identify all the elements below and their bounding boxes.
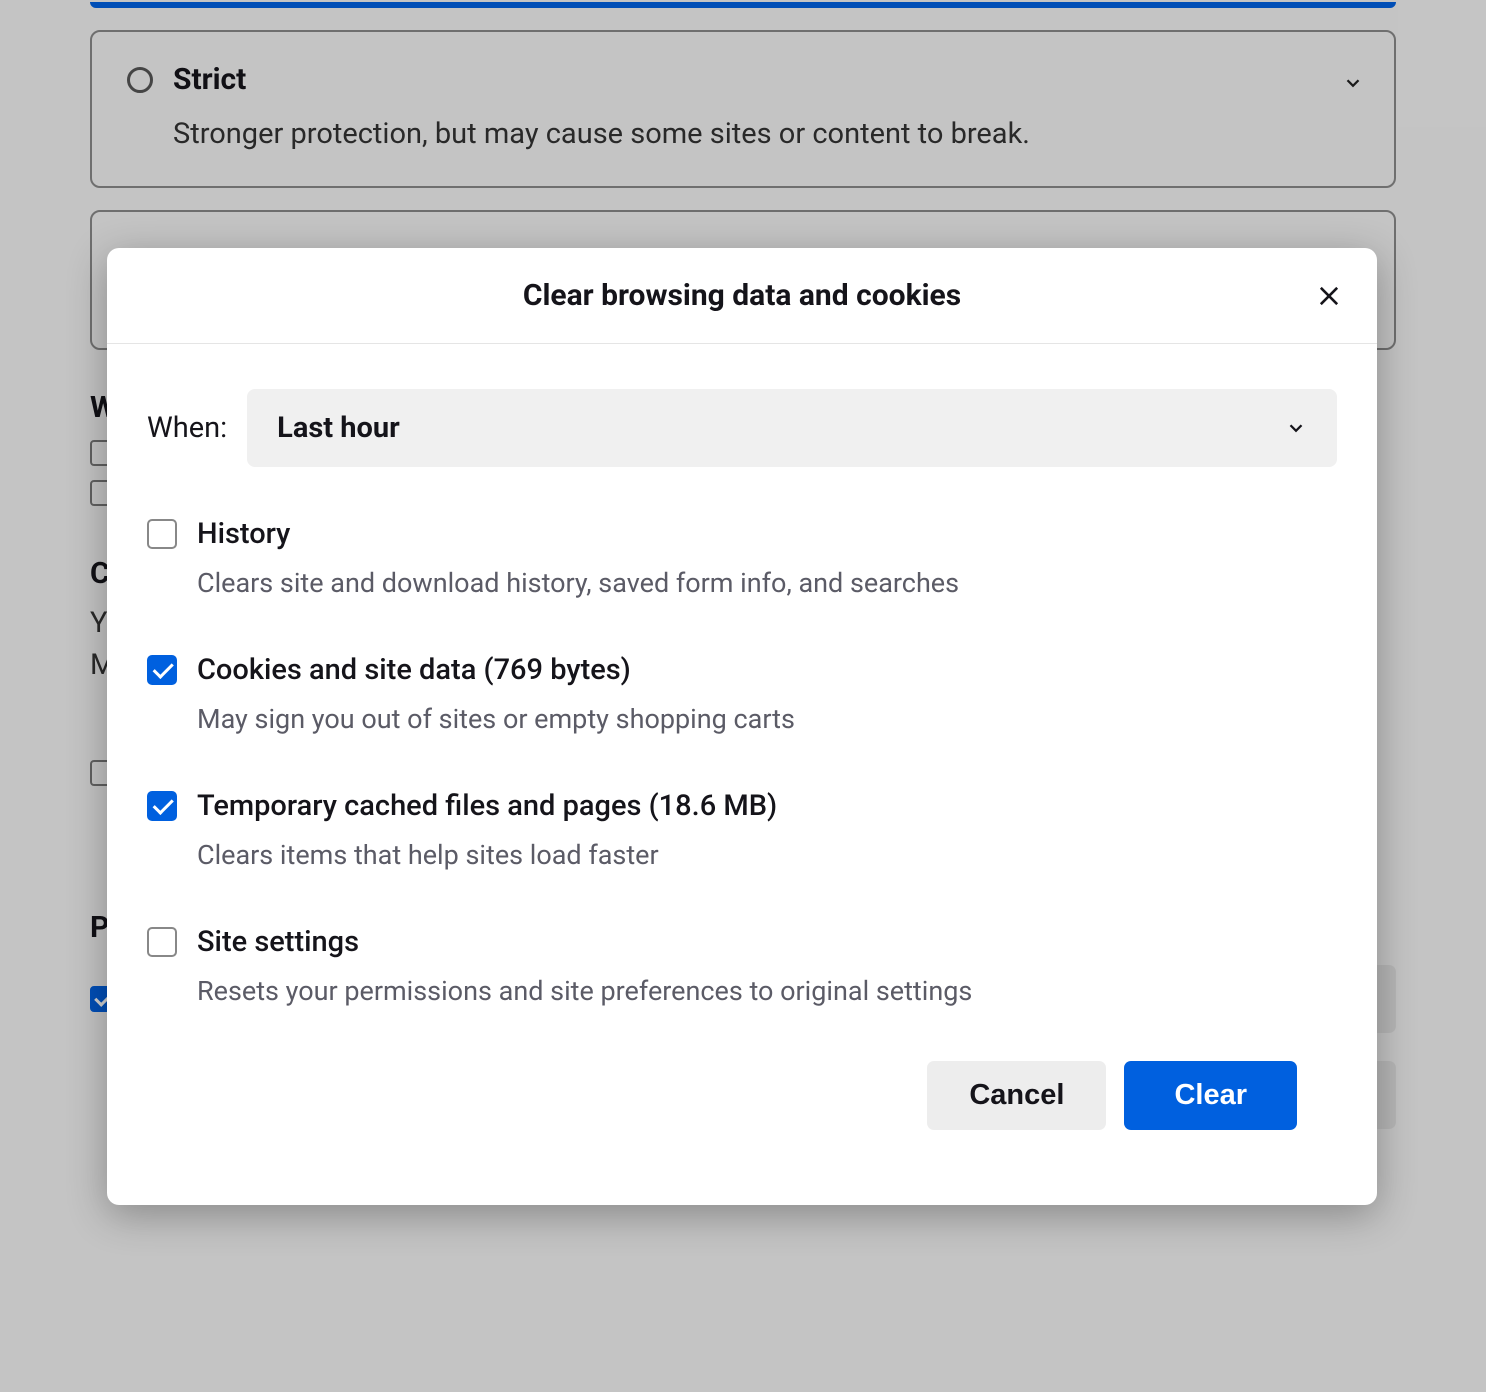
close-icon [1315, 282, 1343, 310]
clear-item-cookies: Cookies and site data (769 bytes) May si… [147, 653, 1337, 735]
item-description: Clears site and download history, saved … [197, 567, 959, 599]
item-description: May sign you out of sites or empty shopp… [197, 703, 795, 735]
item-title: History [197, 517, 959, 551]
item-title: Site settings [197, 925, 972, 959]
dialog-header: Clear browsing data and cookies [107, 248, 1377, 344]
clear-item-site-settings: Site settings Resets your permissions an… [147, 925, 1337, 1007]
dialog-title: Clear browsing data and cookies [147, 278, 1337, 313]
clear-button[interactable]: Clear [1124, 1061, 1297, 1130]
clear-data-dialog: Clear browsing data and cookies When: La… [107, 248, 1377, 1205]
cache-checkbox[interactable] [147, 791, 177, 821]
chevron-down-icon [1285, 417, 1307, 439]
cookies-checkbox[interactable] [147, 655, 177, 685]
clear-item-history: History Clears site and download history… [147, 517, 1337, 599]
history-checkbox[interactable] [147, 519, 177, 549]
cancel-button[interactable]: Cancel [927, 1061, 1106, 1130]
item-title: Cookies and site data (769 bytes) [197, 653, 795, 687]
time-range-row: When: Last hour [147, 389, 1337, 467]
clear-item-cache: Temporary cached files and pages (18.6 M… [147, 789, 1337, 871]
close-button[interactable] [1311, 278, 1347, 314]
item-description: Resets your permissions and site prefere… [197, 975, 972, 1007]
dialog-footer: Cancel Clear [147, 1061, 1337, 1170]
site-settings-checkbox[interactable] [147, 927, 177, 957]
when-label: When: [147, 411, 227, 445]
time-range-selected: Last hour [277, 411, 400, 445]
item-description: Clears items that help sites load faster [197, 839, 777, 871]
time-range-select[interactable]: Last hour [247, 389, 1337, 467]
item-title: Temporary cached files and pages (18.6 M… [197, 789, 777, 823]
